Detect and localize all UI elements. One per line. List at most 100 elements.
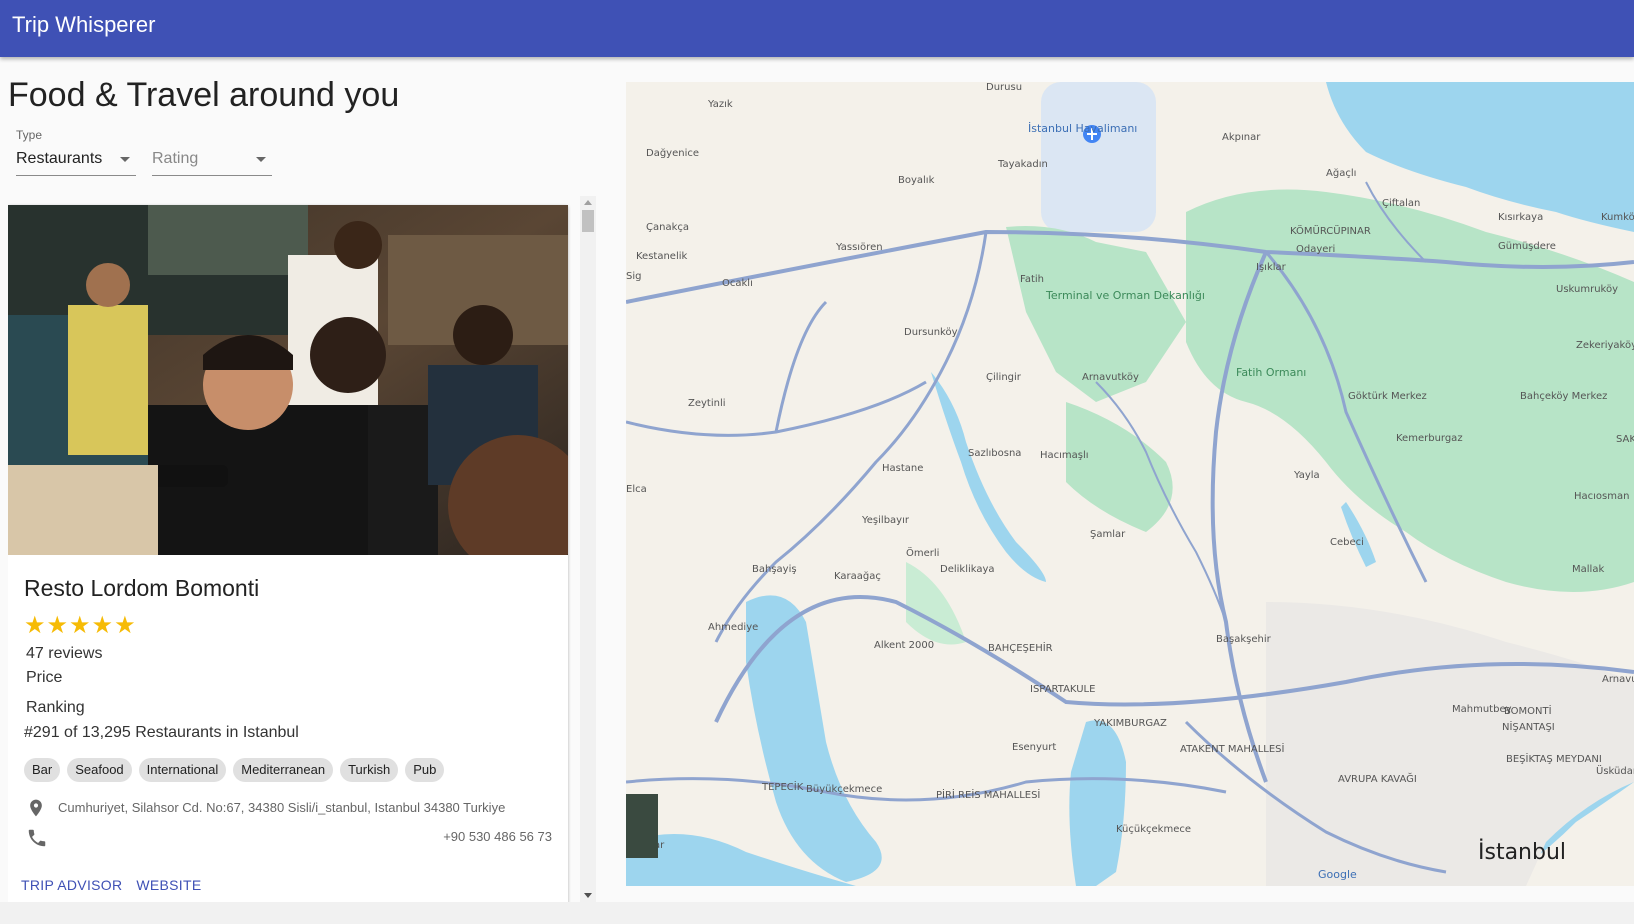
type-select-value: Restaurants (16, 150, 103, 167)
map-label-place: Karaağaç (834, 570, 881, 582)
list-scrollbar[interactable] (580, 196, 596, 902)
star-rating: ★★★★★ (24, 612, 137, 639)
ranking-label: Ranking (26, 699, 85, 716)
restaurant-address: Cumhuriyet, Silahsor Cd. No:67, 34380 Si… (58, 800, 506, 815)
map-label-place: Ömerli (906, 546, 939, 559)
tag-chip[interactable]: Bar (24, 758, 61, 782)
map-label-place: Ocaklı (722, 278, 753, 289)
phone-icon (28, 829, 46, 847)
map-label-place: Akpınar (1222, 132, 1261, 143)
tag-chip[interactable]: Turkish (340, 758, 399, 782)
type-select[interactable]: Type Restaurants (16, 126, 136, 176)
tag-chip[interactable]: International (138, 758, 227, 782)
map-label-airport: İstanbul Havalimanı (1028, 122, 1137, 135)
map-label-place: PİRİ REİS MAHALLESİ (936, 788, 1040, 801)
map-label-place: Uskumruköy (1556, 284, 1618, 295)
map-label-place: Yeşilbayır (861, 515, 910, 526)
map-label-place: Başakşehir (1216, 634, 1272, 645)
map-label-place: Zeytinli (688, 398, 726, 409)
map-label-place: Dursunköy (904, 327, 958, 338)
app-bar: Trip Whisperer (0, 0, 1634, 57)
map-label-place: Mallak (1572, 564, 1604, 575)
map-label-place: Alkent 2000 (874, 640, 934, 651)
card-actions: Trip Advisor Website (20, 877, 210, 893)
restaurant-phone[interactable]: +90 530 486 56 73 (443, 829, 552, 844)
map-label-place: Çanakça (646, 222, 689, 233)
scrollbar-thumb[interactable] (582, 210, 594, 232)
map-label-place: Çilingir (986, 372, 1022, 383)
map-layer-toggle[interactable] (626, 794, 658, 858)
page-heading: Food & Travel around you (8, 76, 400, 114)
map-label-place: Fatih (1020, 274, 1044, 285)
map-label-place: Ağaçlı (1326, 167, 1356, 179)
map-label-place: Ahmediye (708, 622, 758, 633)
map-label-place: Kumköy (1601, 212, 1634, 223)
scroll-down-icon[interactable] (584, 893, 592, 898)
dropdown-arrow-icon (256, 157, 266, 162)
map-label-place: Işıklar (1256, 262, 1287, 273)
tripadvisor-link[interactable]: Trip Advisor (20, 877, 131, 893)
results-list[interactable]: Resto Lordom Bomonti ★★★★★ 47 reviews Pr… (8, 196, 596, 902)
tag-chip[interactable]: Seafood (67, 758, 132, 782)
map-label-place: Tayakadın (997, 159, 1048, 170)
map-label-place: KÖMÜRCÜPINAR (1290, 224, 1371, 237)
review-count: 47 reviews (26, 645, 103, 662)
app-title: Trip Whisperer (12, 12, 156, 37)
map-label-place: TEPECİK (761, 780, 804, 793)
map-label-place: Kemerburgaz (1396, 433, 1463, 444)
map-label-place: Üsküdar (1596, 764, 1634, 777)
map-label-forest: Fatih Ormanı (1236, 366, 1306, 379)
map-label-place: Cebeci (1330, 537, 1364, 548)
map-label-place: Kısırkaya (1498, 212, 1543, 223)
map-label-place: Zekeriyaköy (1576, 340, 1634, 351)
restaurant-name: Resto Lordom Bomonti (24, 575, 260, 601)
map-label-place: Esenyurt (1012, 742, 1056, 753)
map-label-place: Büyükçekmece (806, 784, 882, 795)
tag-chip[interactable]: Pub (405, 758, 445, 782)
map-label-place: Odayeri (1296, 244, 1335, 255)
map-label-place: Kestanelik (636, 251, 688, 262)
location-pin-icon (30, 799, 42, 817)
map-label-place: Hastane (882, 463, 923, 474)
map-label-place: BAHÇEŞEHİR (988, 641, 1053, 654)
map-label-place: NİŞANTAŞI (1502, 720, 1555, 733)
map-label-place: Sazlıbosna (968, 448, 1021, 459)
price-label: Price (26, 669, 63, 686)
map-label-place: BOMONTİ (1504, 704, 1552, 717)
map-label-place: Sig (626, 271, 641, 282)
map-label-place: Yayla (1293, 470, 1320, 481)
rating-select[interactable]: Rating (152, 126, 272, 176)
map-label-place: BEŞİKTAŞ MEYDANI (1506, 752, 1602, 765)
map-label-place: Dağyenice (646, 147, 699, 159)
ranking-value: #291 of 13,295 Restaurants in Istanbul (24, 724, 299, 741)
map-label-place: ATAKENT MAHALLESİ (1180, 742, 1284, 755)
page-footer (0, 902, 1634, 924)
tag-list: Bar Seafood International Mediterranean … (24, 758, 445, 782)
map-label-place: Durusu (986, 82, 1022, 93)
map-label-place: Boyalık (898, 175, 935, 186)
map-label-place: Yazık (707, 99, 733, 110)
restaurant-card: Resto Lordom Bomonti ★★★★★ 47 reviews Pr… (8, 205, 568, 902)
type-select-label: Type (16, 128, 43, 142)
rating-select-placeholder: Rating (152, 150, 199, 167)
map-label-place: Deliklikaya (940, 564, 995, 575)
map-label-place: Çiftalan (1382, 198, 1420, 209)
map-label-place: Bahçeköy Merkez (1520, 391, 1607, 402)
dropdown-arrow-icon (120, 157, 130, 162)
map-label-place: ISPARTAKULE (1030, 684, 1095, 695)
map-label-istanbul: İstanbul (1478, 839, 1566, 865)
map-label-place: Şamlar (1090, 529, 1126, 540)
map-label-place: Mahmutbey (1452, 704, 1512, 715)
map-label-place: Arnavut (1602, 674, 1634, 685)
map-label-place: Elca (626, 484, 647, 495)
map-view[interactable]: İstanbul Havalimanı Yazık Dağyenice Boya… (626, 82, 1634, 886)
map-label-place: YAKIMBURGAZ (1093, 718, 1167, 729)
map-label-place: Gümüşdere (1498, 241, 1556, 252)
tag-chip[interactable]: Mediterranean (233, 758, 334, 782)
map-label-place: Küçükçekmece (1116, 824, 1191, 835)
website-link[interactable]: Website (135, 877, 210, 893)
scroll-up-icon[interactable] (584, 200, 592, 205)
map-label-place: Göktürk Merkez (1348, 391, 1427, 402)
map-label-place: Arnavutköy (1082, 372, 1139, 383)
map-label-place: Bahşayiş (752, 564, 797, 575)
